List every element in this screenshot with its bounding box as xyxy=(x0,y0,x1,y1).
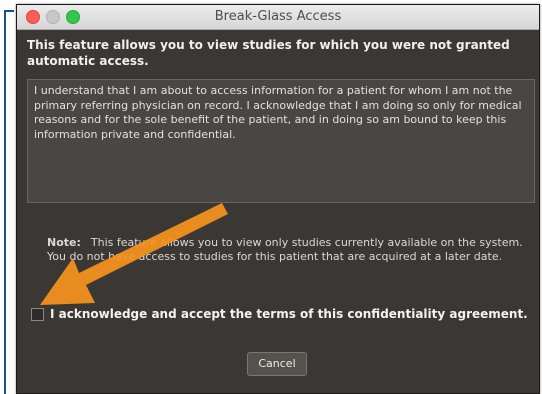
edge-connector-tick xyxy=(4,10,14,12)
agreement-text-area[interactable]: I understand that I am about to access i… xyxy=(27,79,535,203)
screenshot-canvas: Break-Glass Access This feature allows y… xyxy=(0,0,542,394)
accept-terms-checkbox[interactable] xyxy=(31,307,44,321)
cancel-button[interactable]: Cancel xyxy=(247,352,307,376)
break-glass-dialog: Break-Glass Access This feature allows y… xyxy=(16,4,540,394)
accept-terms-label[interactable]: I acknowledge and accept the terms of th… xyxy=(50,307,528,321)
accept-terms-row[interactable]: I acknowledge and accept the terms of th… xyxy=(31,306,528,322)
title-bar: Break-Glass Access xyxy=(17,5,539,30)
note-text: This feature allows you to view only stu… xyxy=(47,236,523,263)
edge-connector-line xyxy=(4,10,6,394)
window-title: Break-Glass Access xyxy=(214,9,342,24)
note-label: Note: xyxy=(47,236,81,249)
note: Note: This feature allows you to view onl… xyxy=(47,236,535,264)
intro-text: This feature allows you to view studies … xyxy=(27,38,510,68)
